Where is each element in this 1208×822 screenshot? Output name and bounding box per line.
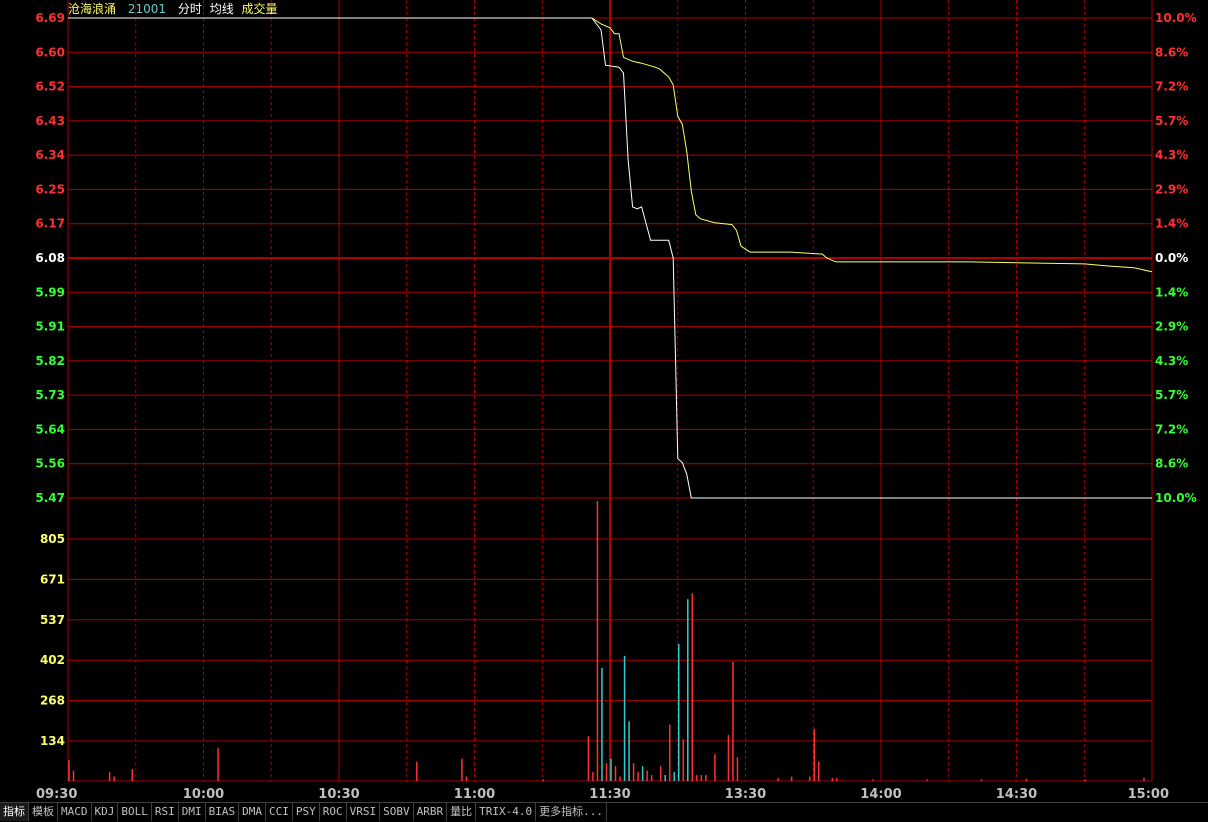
intraday-chart[interactable]: 6.69 10.0% 6.60 8.6% 6.52 7.2% 6.43 5.7% 6.34 4.3… (0, 0, 1208, 802)
price-tick-label: 6.69 (35, 11, 65, 25)
stock-name: 沧海浪涌 (68, 2, 117, 16)
time-tick-label: 15:00 (1128, 787, 1169, 802)
price-tick-label: 5.47 (35, 491, 65, 505)
price-tick-label: 5.99 (35, 285, 65, 299)
indicator-tab[interactable]: 更多指标... (536, 803, 607, 821)
stock-code: 21001 (127, 2, 167, 16)
price-tick-label: 5.56 (35, 457, 65, 471)
pct-tick-label: 5.7% (1155, 114, 1188, 128)
volume-tick-label: 805 (40, 532, 65, 546)
pct-tick-label: 4.3% (1155, 354, 1188, 368)
indicator-tab[interactable]: BOLL (118, 803, 152, 821)
price-tick-label: 5.82 (35, 354, 65, 368)
pct-tick-label: 7.2% (1155, 422, 1188, 436)
view-label: 分时 (177, 2, 202, 16)
pct-tick-label: 10.0% (1155, 491, 1197, 505)
time-tick-label: 13:30 (725, 787, 766, 802)
time-tick-label: 14:00 (860, 787, 901, 802)
time-tick-label: 09:30 (36, 787, 77, 802)
price-tick-label: 6.52 (35, 80, 65, 94)
indicator-tab[interactable]: TRIX-4.0 (476, 803, 537, 821)
price-tick-label: 5.64 (35, 422, 65, 436)
pct-tick-label: 4.3% (1155, 148, 1188, 162)
indicator-tab[interactable]: VRSI (347, 803, 381, 821)
price-tick-label: 6.60 (35, 45, 65, 59)
price-tick-label: 6.43 (35, 114, 65, 128)
time-tick-label: 11:00 (454, 787, 495, 802)
chart-header: 沧海浪涌 21001 分时 均线 成交量 (68, 1, 286, 17)
time-tick-label: 11:30 (589, 787, 630, 802)
volume-tick-label: 671 (40, 572, 65, 586)
pct-tick-label: 1.4% (1155, 217, 1188, 231)
pct-tick-label: 8.6% (1155, 45, 1188, 59)
pct-tick-label: 0.0% (1155, 251, 1188, 265)
avg-label: 均线 (209, 2, 234, 16)
indicator-tab[interactable]: SOBV (380, 803, 414, 821)
pct-tick-label: 2.9% (1155, 182, 1188, 196)
pct-tick-label: 2.9% (1155, 320, 1188, 334)
indicator-tab[interactable]: MACD (58, 803, 92, 821)
price-tick-label: 5.91 (35, 320, 65, 334)
pct-tick-label: 5.7% (1155, 388, 1188, 402)
volume-tick-label: 268 (40, 694, 65, 708)
indicator-tab[interactable]: 指标 (0, 803, 29, 821)
indicator-tab[interactable]: BIAS (206, 803, 240, 821)
time-tick-label: 14:30 (996, 787, 1037, 802)
volume-tick-label: 134 (40, 734, 65, 748)
indicator-tab[interactable]: PSY (293, 803, 320, 821)
indicator-tab[interactable]: CCI (266, 803, 293, 821)
indicator-tab[interactable]: 模板 (29, 803, 58, 821)
volume-label: 成交量 (241, 2, 278, 16)
price-tick-label: 6.34 (35, 148, 65, 162)
pct-tick-label: 10.0% (1155, 11, 1197, 25)
indicator-tab[interactable]: 量比 (447, 803, 477, 821)
time-tick-label: 10:00 (183, 787, 224, 802)
price-tick-label: 5.73 (35, 388, 65, 402)
price-tick-label: 6.17 (35, 217, 65, 231)
indicator-tab[interactable]: DMI (179, 803, 206, 821)
pct-tick-label: 8.6% (1155, 457, 1188, 471)
indicator-tab[interactable]: ROC (320, 803, 347, 821)
volume-tick-label: 537 (40, 613, 65, 627)
time-tick-label: 10:30 (318, 787, 359, 802)
indicator-tab[interactable]: DMA (239, 803, 266, 821)
indicator-tab-bar: 指标 模板 MACD KDJ BOLL RSI DMI BIAS DMA CCI PSY ROC VRS… (0, 802, 1208, 822)
indicator-tab[interactable]: ARBR (414, 803, 448, 821)
indicator-tab[interactable]: RSI (152, 803, 179, 821)
indicator-tab[interactable]: KDJ (92, 803, 119, 821)
price-tick-label: 6.08 (35, 251, 65, 265)
pct-tick-label: 7.2% (1155, 80, 1188, 94)
pct-tick-label: 1.4% (1155, 285, 1188, 299)
price-tick-label: 6.25 (35, 182, 65, 196)
volume-tick-label: 402 (40, 653, 65, 667)
